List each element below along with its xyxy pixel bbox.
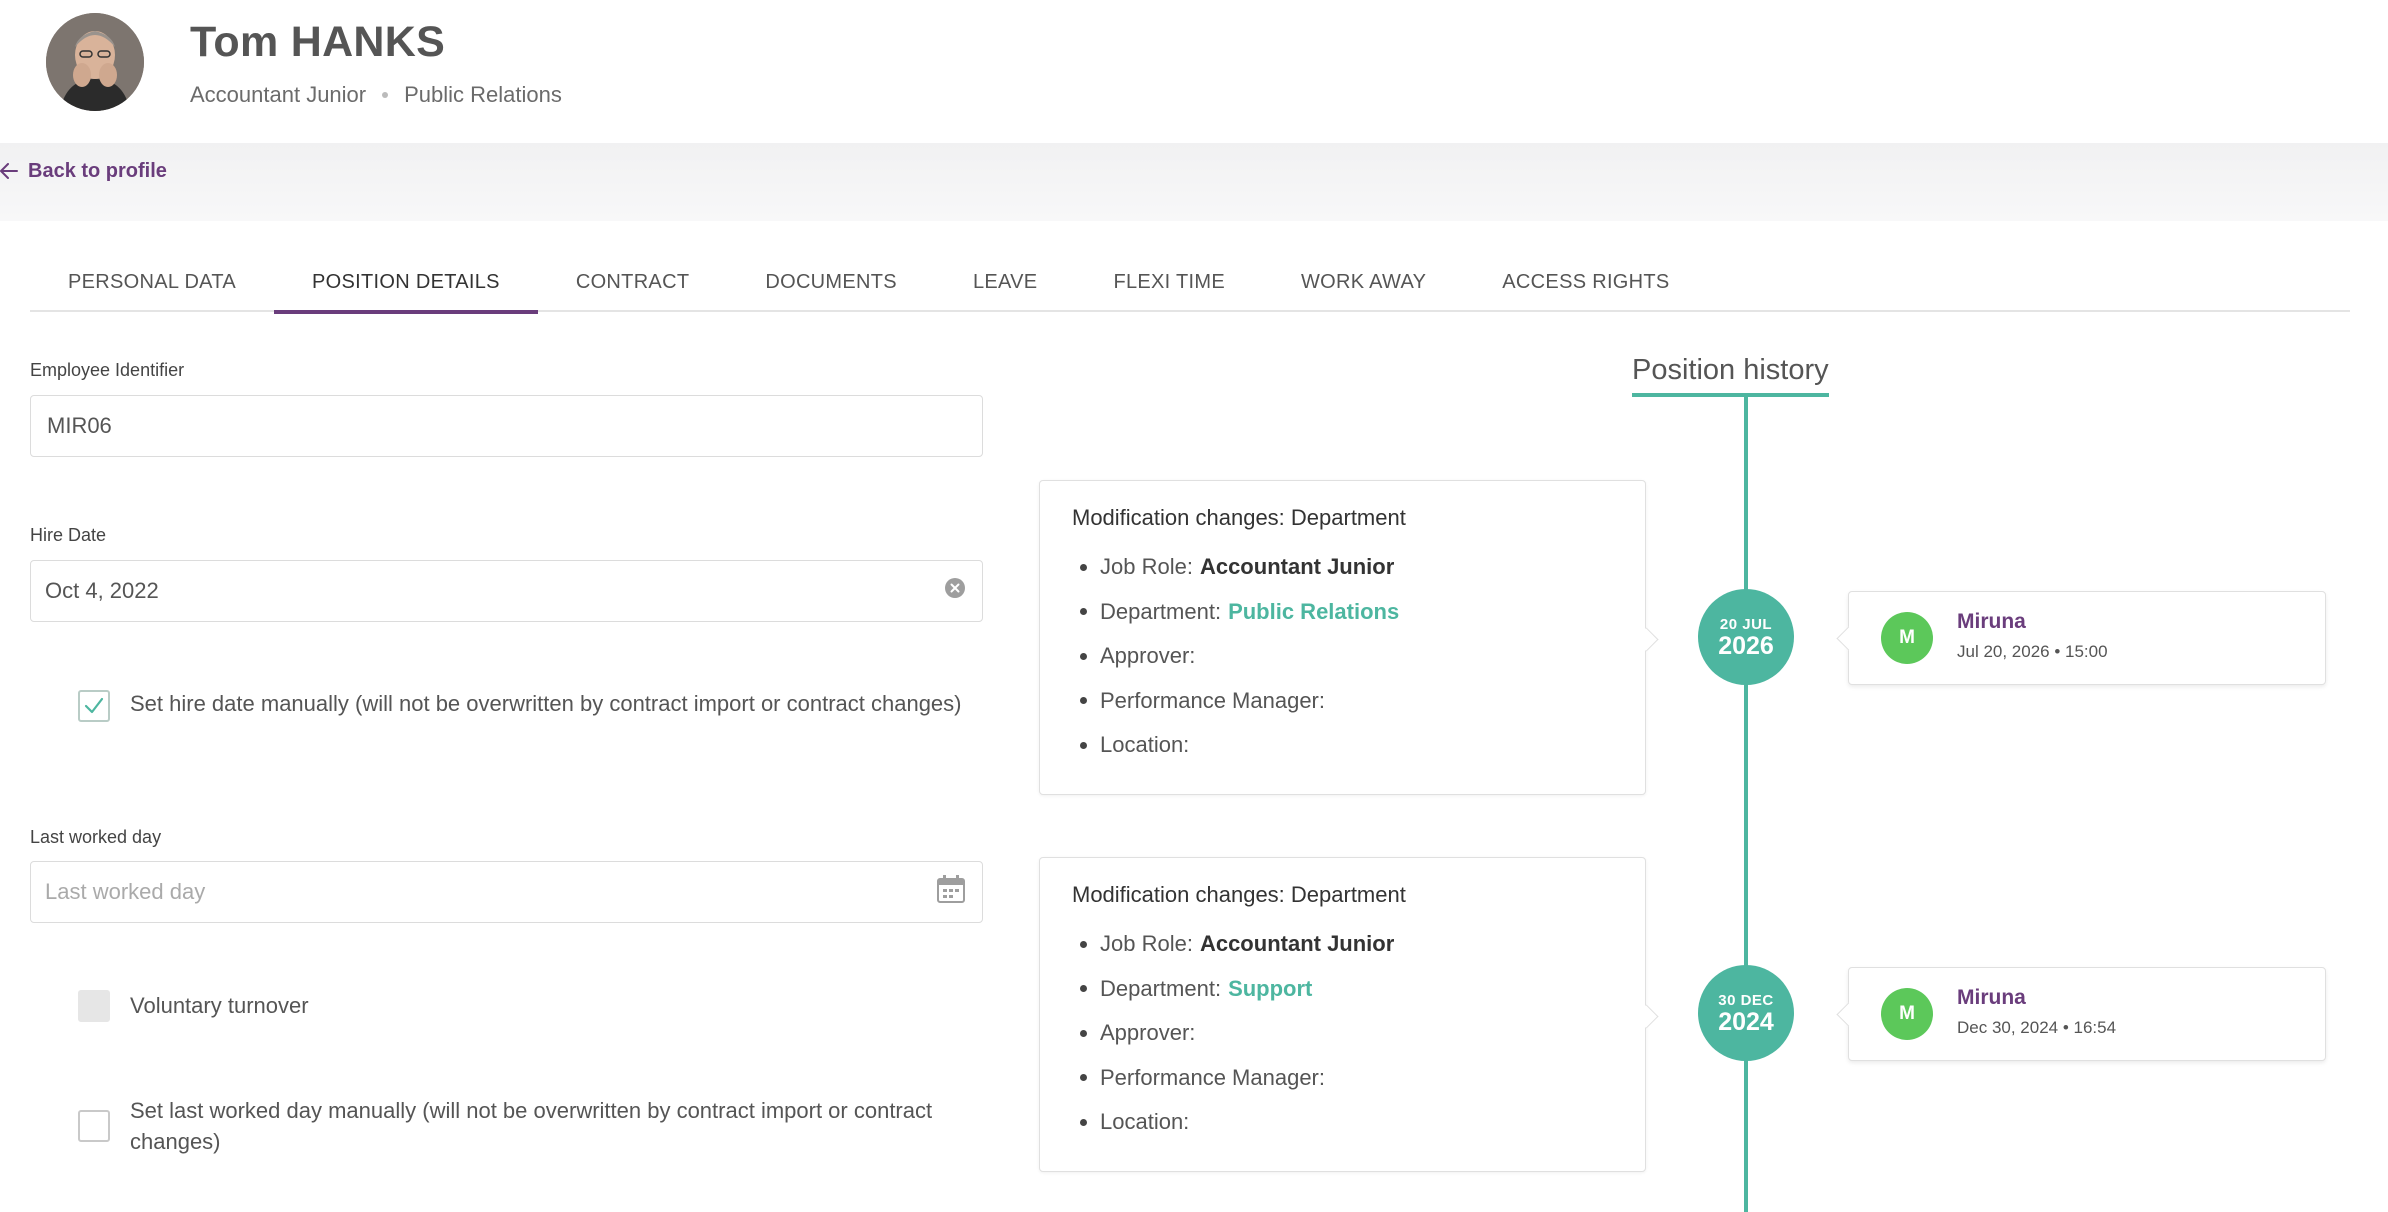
change-location: Location: xyxy=(1080,1100,1613,1145)
employee-job-role: Accountant Junior xyxy=(190,82,367,107)
profile-avatar xyxy=(46,13,144,111)
date-day-month: 30 DEC xyxy=(1718,991,1774,1009)
job-role-label: Job Role: xyxy=(1100,554,1193,580)
change-approver: Approver: xyxy=(1080,634,1613,679)
history-author-card: M Miruna Jul 20, 2026 • 15:00 xyxy=(1848,591,2326,685)
tab-position-details[interactable]: POSITION DETAILS xyxy=(274,252,538,314)
history-change-card: Modification changes: Department Job Rol… xyxy=(1039,480,1646,795)
tab-contract[interactable]: CONTRACT xyxy=(538,252,728,312)
approver-label: Approver: xyxy=(1100,643,1196,669)
voluntary-turnover-text: Voluntary turnover xyxy=(130,993,309,1018)
change-approver: Approver: xyxy=(1080,1011,1613,1056)
change-department: Department: Public Relations xyxy=(1080,590,1613,635)
tab-flexi-time[interactable]: FLEXI TIME xyxy=(1075,252,1263,312)
voluntary-turnover-checkbox[interactable] xyxy=(78,990,110,1022)
timeline-date-badge: 20 JUL 2026 xyxy=(1698,589,1794,685)
tab-documents[interactable]: DOCUMENTS xyxy=(727,252,935,312)
employee-name: Tom HANKS xyxy=(190,18,446,66)
tab-personal-data[interactable]: PERSONAL DATA xyxy=(30,252,274,312)
location-label: Location: xyxy=(1100,1109,1190,1135)
hire-date-label: Hire Date xyxy=(30,525,107,545)
history-author-card: M Miruna Dec 30, 2024 • 16:54 xyxy=(1848,967,2326,1061)
author-avatar: M xyxy=(1881,988,1933,1040)
timeline-date-badge: 30 DEC 2024 xyxy=(1698,965,1794,1061)
change-performance-manager: Performance Manager: xyxy=(1080,1056,1613,1101)
employee-identifier-value: MIR06 xyxy=(47,413,112,438)
job-role-value: Accountant Junior xyxy=(1199,931,1395,957)
performance-manager-label: Performance Manager: xyxy=(1100,687,1325,713)
job-role-value: Accountant Junior xyxy=(1199,554,1395,580)
last-worked-day-label: Last worked day xyxy=(30,827,162,847)
date-year: 2026 xyxy=(1718,631,1774,660)
checkmark-icon xyxy=(84,697,104,714)
position-history-title: Position history xyxy=(1632,354,1829,397)
employee-identifier-input[interactable]: MIR06 xyxy=(30,395,983,457)
author-name-link[interactable]: Miruna xyxy=(1957,986,2026,1010)
manual-last-worked-day-text: Set last worked day manually (will not b… xyxy=(130,1098,933,1154)
change-job-role: Job Role: Accountant Junior xyxy=(1080,545,1613,590)
job-role-label: Job Role: xyxy=(1100,931,1193,957)
change-list: Job Role: Accountant Junior Department: Pu… xyxy=(1072,545,1613,768)
department-link[interactable]: Support xyxy=(1228,976,1312,1002)
last-worked-day-placeholder: Last worked day xyxy=(45,879,206,904)
author-avatar: M xyxy=(1881,612,1933,664)
manual-last-worked-day-row: Set last worked day manually (will not b… xyxy=(78,1098,1010,1157)
tab-work-away[interactable]: WORK AWAY xyxy=(1263,252,1464,312)
back-to-profile-label: Back to profile xyxy=(28,159,167,182)
last-worked-day-input[interactable]: Last worked day xyxy=(30,861,983,923)
back-to-profile-link[interactable]: Back to profile xyxy=(0,156,167,186)
calendar-icon[interactable] xyxy=(936,874,966,910)
tab-access-rights[interactable]: ACCESS RIGHTS xyxy=(1464,252,1707,312)
change-title: Modification changes: Department xyxy=(1072,882,1406,907)
employee-department: Public Relations xyxy=(404,82,562,107)
employee-identifier-label: Employee Identifier xyxy=(30,360,185,380)
author-name-link[interactable]: Miruna xyxy=(1957,610,2026,634)
date-day-month: 20 JUL xyxy=(1719,615,1773,633)
employee-subtitle: Accountant Junior Public Relations xyxy=(190,82,562,108)
history-change-card: Modification changes: Department Job Rol… xyxy=(1039,857,1646,1172)
timeline-line xyxy=(1744,396,1748,1212)
change-title: Modification changes: Department xyxy=(1072,505,1406,530)
manual-hire-date-text: Set hire date manually (will not be over… xyxy=(130,691,962,716)
tab-leave[interactable]: LEAVE xyxy=(935,252,1076,312)
profile-tabs: PERSONAL DATA POSITION DETAILS CONTRACT … xyxy=(30,252,2350,314)
back-band xyxy=(0,143,2388,221)
clear-icon[interactable] xyxy=(944,577,966,605)
approver-label: Approver: xyxy=(1100,1020,1196,1046)
department-label: Department: xyxy=(1100,598,1222,624)
change-performance-manager: Performance Manager: xyxy=(1080,679,1613,724)
department-link[interactable]: Public Relations xyxy=(1228,599,1399,625)
author-timestamp: Jul 20, 2026 • 15:00 xyxy=(1957,642,2108,661)
change-department: Department: Support xyxy=(1080,967,1613,1012)
separator-dot xyxy=(382,92,389,98)
voluntary-turnover-row: Voluntary turnover xyxy=(78,990,1010,1022)
change-job-role: Job Role: Accountant Junior xyxy=(1080,922,1613,967)
location-label: Location: xyxy=(1100,732,1190,758)
hire-date-input[interactable]: Oct 4, 2022 xyxy=(30,560,983,622)
performance-manager-label: Performance Manager: xyxy=(1100,1064,1325,1090)
author-timestamp: Dec 30, 2024 • 16:54 xyxy=(1957,1018,2117,1037)
date-year: 2024 xyxy=(1718,1007,1774,1036)
change-list: Job Role: Accountant Junior Department: Su… xyxy=(1072,922,1613,1145)
change-location: Location: xyxy=(1080,723,1613,768)
department-label: Department: xyxy=(1100,975,1222,1001)
manual-last-worked-day-checkbox[interactable] xyxy=(78,1110,110,1142)
hire-date-value: Oct 4, 2022 xyxy=(45,578,159,603)
manual-hire-date-checkbox[interactable] xyxy=(78,690,110,722)
profile-header: Tom HANKS Accountant Junior Public Relat… xyxy=(0,0,2388,143)
manual-hire-date-row: Set hire date manually (will not be over… xyxy=(78,690,1010,722)
arrow-left-icon xyxy=(0,163,18,179)
